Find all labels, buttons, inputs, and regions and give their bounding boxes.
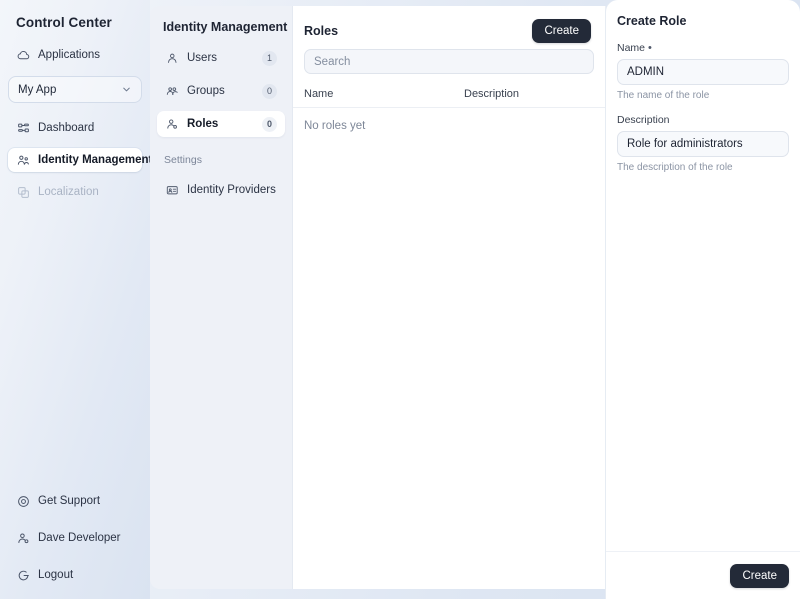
localization-icon [16, 185, 30, 199]
idm-item-label: Roles [187, 118, 219, 130]
idm-item-count: 0 [262, 116, 277, 132]
sidebar-nav-top: Applications [0, 43, 150, 67]
id-card-icon [165, 183, 179, 197]
search-input[interactable] [304, 49, 594, 74]
lifebuoy-icon [16, 494, 30, 508]
identity-management-title: Identity Management [163, 20, 288, 34]
description-field-label: Description [617, 114, 789, 126]
column-header-description: Description [464, 88, 520, 100]
roles-header: Roles Create [293, 6, 605, 43]
app-root: Control Center Applications My App Dashb… [0, 0, 800, 599]
description-field[interactable] [617, 131, 789, 157]
dashboard-icon [16, 121, 30, 135]
logout-icon [16, 568, 30, 582]
name-label-text: Name [617, 42, 646, 54]
sidebar-item-dashboard[interactable]: Dashboard [8, 116, 142, 140]
sidebar-item-localization[interactable]: Localization [8, 180, 142, 204]
sidebar-item-identity-management[interactable]: Identity Management [8, 148, 152, 172]
roles-search-wrap [293, 42, 605, 74]
sidebar-item-applications[interactable]: Applications [8, 43, 142, 67]
user-gear-icon [16, 531, 30, 545]
idm-item-identity-providers[interactable]: Identity Providers [157, 177, 285, 203]
create-role-footer: Create [606, 551, 800, 599]
create-role-body: Create Role Name • The name of the role … [606, 0, 800, 551]
submit-create-role-button[interactable]: Create [730, 563, 789, 588]
chevron-down-icon [121, 84, 132, 95]
identity-management-list: Users 1 Groups 0 Roles 0 [150, 45, 292, 137]
description-label-text: Description [617, 114, 670, 126]
sidebar-item-label: Applications [38, 49, 101, 61]
app-selector-value: My App [18, 83, 57, 96]
group-icon [165, 84, 179, 98]
sidebar-item-label: Identity Management [38, 154, 153, 166]
user-icon [165, 51, 179, 65]
identity-management-panel: Identity Management Users 1 Groups 0 Rol… [150, 6, 293, 589]
idm-item-count: 1 [262, 50, 277, 66]
create-role-panel: Create Role Name • The name of the role … [606, 0, 800, 599]
roles-empty-state: No roles yet [304, 120, 366, 132]
idm-section-label: Settings [164, 154, 202, 166]
roles-title: Roles [304, 23, 339, 38]
role-icon [165, 117, 179, 131]
sidebar-item-label: Dave Developer [38, 532, 121, 544]
name-field-label: Name • [617, 42, 789, 54]
idm-item-label: Groups [187, 85, 225, 97]
identity-management-settings-list: Identity Providers [150, 177, 292, 203]
sidebar-item-label: Localization [38, 186, 99, 198]
roles-panel: Roles Create Name Description No roles y… [293, 6, 606, 589]
sidebar-item-logout[interactable]: Logout [8, 563, 142, 587]
name-field[interactable] [617, 59, 789, 85]
description-field-hint: The description of the role [617, 162, 733, 173]
idm-item-label: Identity Providers [187, 184, 276, 196]
create-role-title: Create Role [617, 14, 687, 28]
idm-item-count: 0 [262, 83, 277, 99]
column-header-name: Name [304, 88, 334, 100]
sidebar-item-get-support[interactable]: Get Support [8, 489, 142, 513]
sidebar: Control Center Applications My App Dashb… [0, 0, 152, 599]
sidebar-footer: Get Support Dave Developer Logout [0, 489, 150, 599]
identity-users-icon [16, 153, 30, 167]
app-selector[interactable]: My App [8, 76, 142, 103]
name-field-hint: The name of the role [617, 90, 710, 101]
sidebar-item-label: Dashboard [38, 122, 95, 134]
idm-item-roles[interactable]: Roles 0 [157, 111, 285, 137]
idm-item-groups[interactable]: Groups 0 [157, 78, 285, 104]
roles-table-header: Name Description [293, 74, 605, 108]
sidebar-item-label: Get Support [38, 495, 101, 507]
sidebar-nav-main: Dashboard Identity Management Localizati… [0, 116, 152, 204]
sidebar-item-user-profile[interactable]: Dave Developer [8, 526, 142, 550]
create-role-button[interactable]: Create [532, 18, 591, 43]
sidebar-item-label: Logout [38, 569, 74, 581]
required-indicator-icon: • [648, 41, 652, 54]
cloud-icon [16, 48, 30, 62]
page-title: Control Center [16, 15, 112, 30]
idm-item-users[interactable]: Users 1 [157, 45, 285, 71]
idm-item-label: Users [187, 52, 218, 64]
